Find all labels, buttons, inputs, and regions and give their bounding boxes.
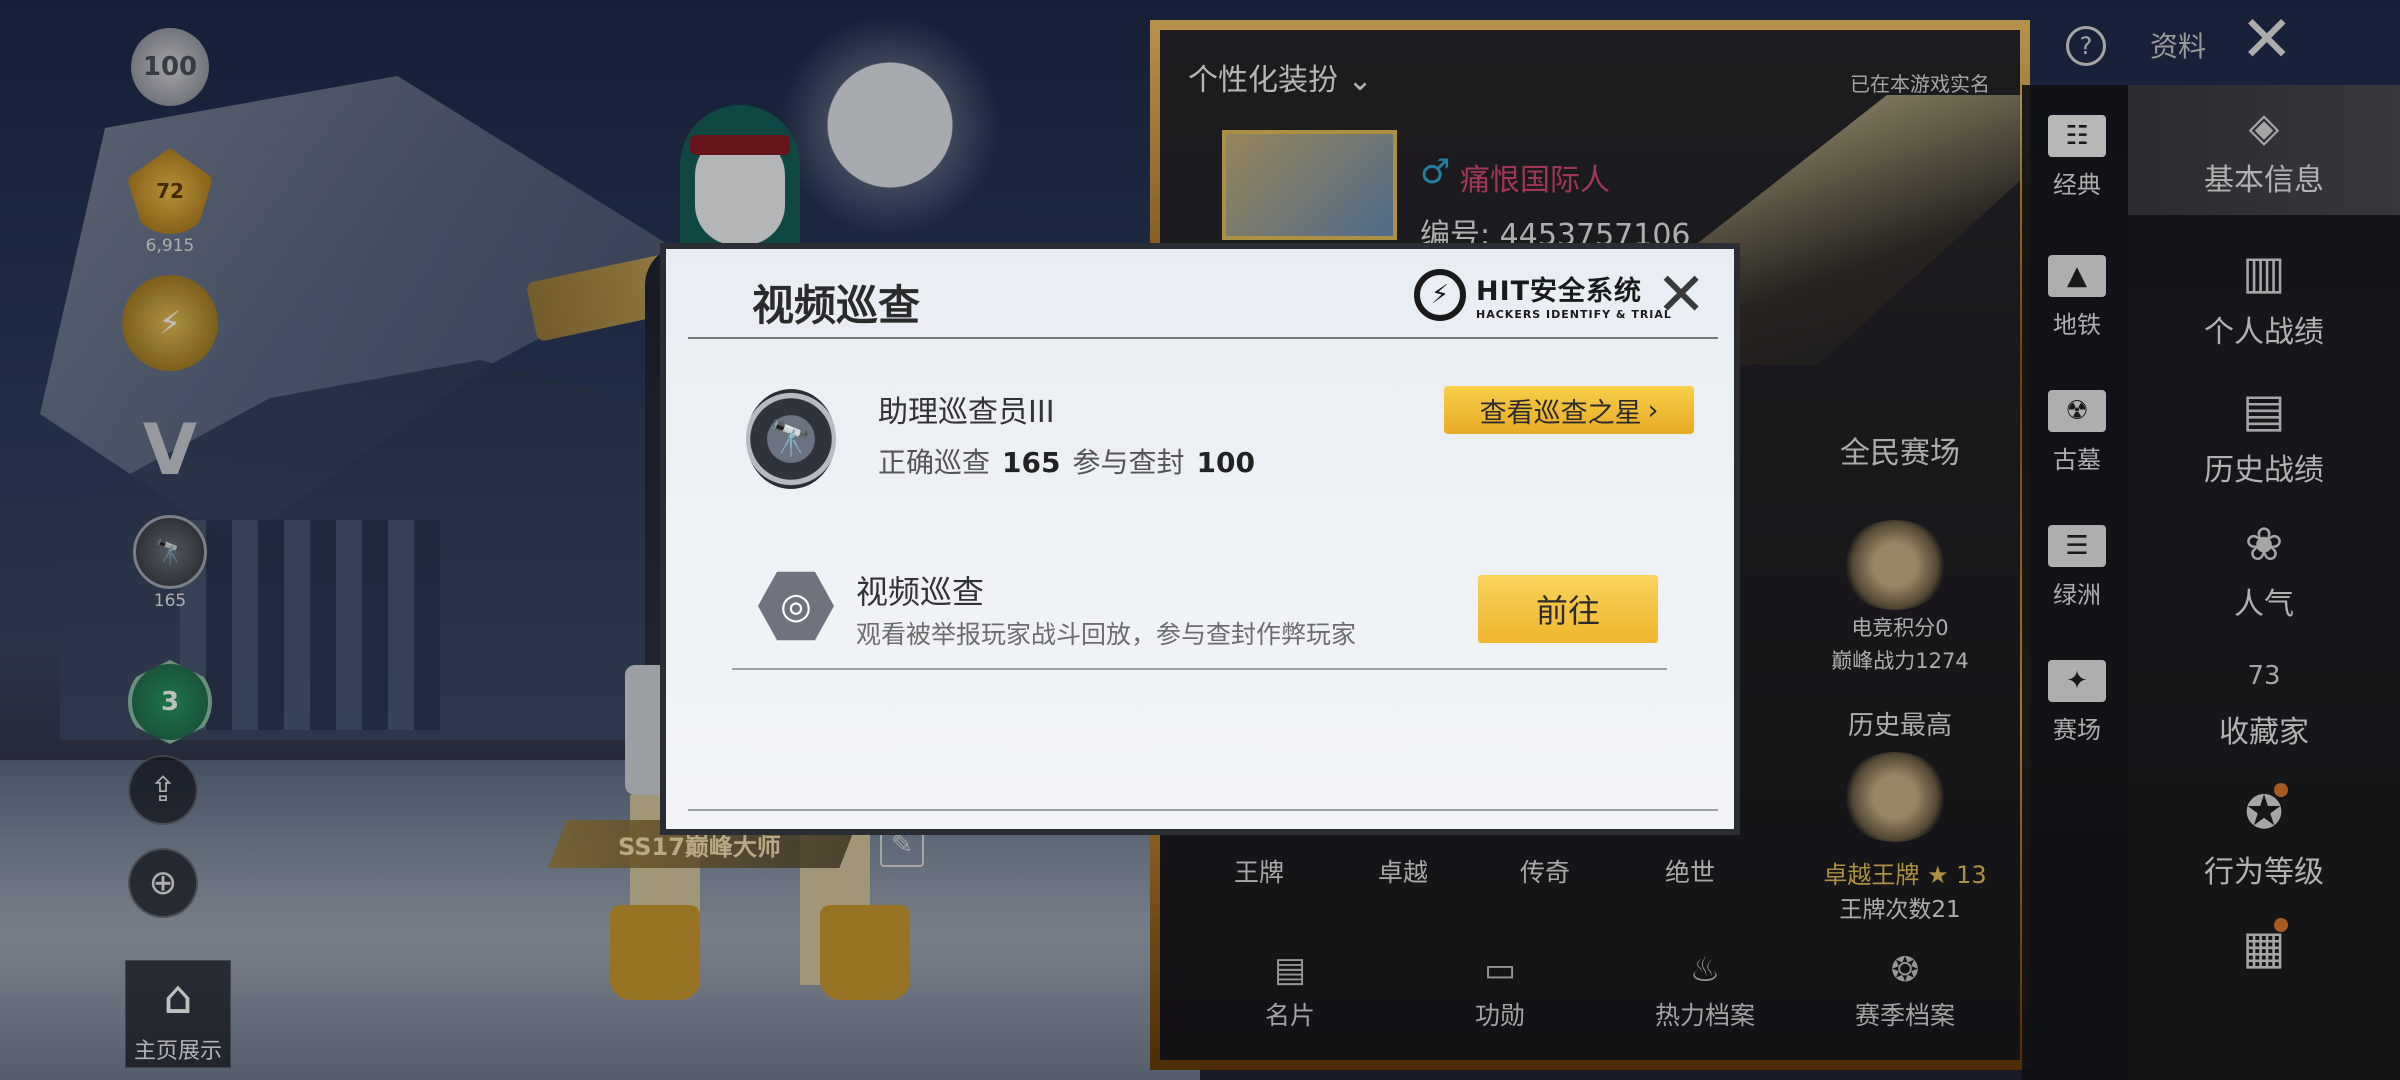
ban-participation-label: 参与查封 [1072, 446, 1185, 479]
hit-logo-icon: ⚡ [1414, 269, 1466, 321]
video-patrol-description: 观看被举报玩家战斗回放，参与查封作弊玩家 [856, 620, 1357, 649]
hit-logo-subtitle: HACKERS IDENTIFY & TRIAL [1476, 308, 1672, 321]
modal-footer-divider [688, 809, 1718, 811]
go-button-label: 前往 [1535, 592, 1600, 630]
chevron-right-icon: › [1647, 394, 1659, 426]
view-patrol-star-label: 查看巡查之星 [1479, 397, 1642, 429]
modal-row-divider [732, 668, 1667, 670]
view-patrol-star-button[interactable]: 查看巡查之星 › [1444, 386, 1694, 434]
ban-participation-value: 100 [1196, 446, 1255, 479]
go-button[interactable]: 前往 [1478, 575, 1658, 643]
close-icon: ✕ [1656, 260, 1707, 330]
inspector-emblem-icon: 🔭 [746, 389, 836, 489]
video-patrol-title: 视频巡查 [856, 573, 985, 611]
video-patrol-modal: 视频巡查 ⚡ HIT安全系统 HACKERS IDENTIFY & TRIAL … [660, 243, 1740, 835]
correct-patrol-value: 165 [1002, 446, 1061, 479]
modal-header-divider [688, 337, 1718, 339]
modal-close-button[interactable]: ✕ [1656, 265, 1706, 325]
correct-patrol-label: 正确巡查 [878, 446, 991, 479]
hit-logo-title: HIT安全系统 [1476, 276, 1643, 307]
inspector-title: 助理巡查员III [878, 395, 1055, 430]
inspector-stats: 正确巡查 165 参与查封 100 [878, 441, 1267, 481]
hit-security-logo: ⚡ HIT安全系统 HACKERS IDENTIFY & TRIAL [1414, 269, 1672, 321]
crosshair-icon: ◎ [758, 571, 834, 641]
modal-title: 视频巡查 [752, 281, 921, 330]
